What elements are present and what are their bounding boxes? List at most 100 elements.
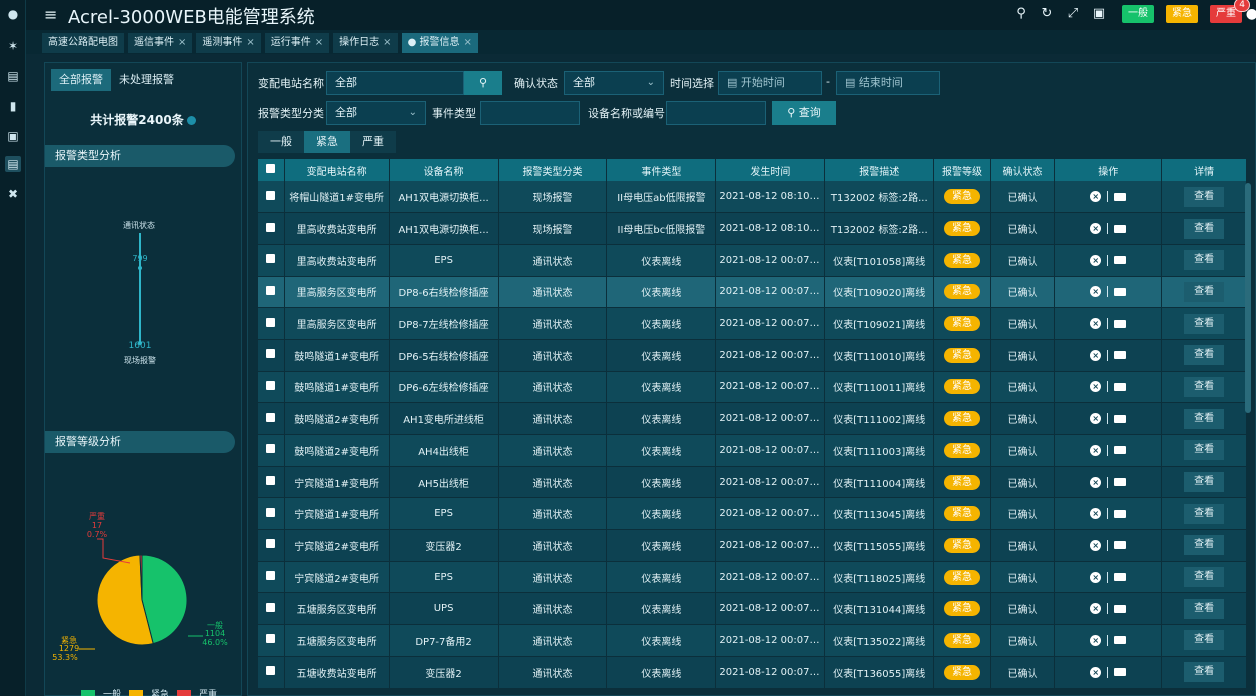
close-circle-icon[interactable]: × xyxy=(1090,666,1102,678)
table-row[interactable]: 里高服务区变电所 DP8-7左线检修插座 通讯状态 仪表离线 2021-08-12 00… xyxy=(258,307,1247,340)
tab-remote-signal[interactable]: 遥信事件 × xyxy=(128,33,193,53)
row-checkbox-cell[interactable] xyxy=(258,656,285,689)
row-checkbox-cell[interactable] xyxy=(258,624,285,657)
video-icon[interactable] xyxy=(1114,256,1127,265)
view-detail-button[interactable]: 查看 xyxy=(1184,472,1225,493)
view-detail-button[interactable]: 查看 xyxy=(1184,281,1225,302)
row-checkbox-cell[interactable] xyxy=(258,212,285,245)
close-icon[interactable]: × xyxy=(463,37,471,48)
row-checkbox[interactable] xyxy=(266,571,276,581)
view-detail-button[interactable]: 查看 xyxy=(1184,186,1225,207)
table-row[interactable]: 鼓鸣隧道2#变电所 AH1变电所进线柜 通讯状态 仪表离线 2021-08-12 00:… xyxy=(258,402,1247,435)
bar-chart-icon[interactable]: ▮ xyxy=(5,98,21,114)
table-row[interactable]: 宁宾隧道2#变电所 变压器2 通讯状态 仪表离线 2021-08-12 00:07:16… xyxy=(258,529,1247,562)
row-checkbox[interactable] xyxy=(266,380,276,390)
table-row[interactable]: 里高服务区变电所 DP8-6右线检修插座 通讯状态 仪表离线 2021-08-12 00… xyxy=(258,276,1247,309)
close-icon[interactable]: × xyxy=(246,37,254,48)
video-icon[interactable] xyxy=(1114,287,1127,296)
table-row[interactable]: 五塘收费站变电所 变压器2 通讯状态 仪表离线 2021-08-12 00:07:16 仪… xyxy=(258,656,1247,689)
row-checkbox-cell[interactable] xyxy=(258,276,285,309)
row-checkbox-cell[interactable] xyxy=(258,592,285,626)
close-icon[interactable]: × xyxy=(315,37,323,48)
folder-icon[interactable]: ▤ xyxy=(5,68,21,84)
level-urgent-button[interactable]: 紧急 xyxy=(1166,5,1198,23)
view-detail-button[interactable]: 查看 xyxy=(1184,535,1225,556)
row-checkbox[interactable] xyxy=(266,285,276,295)
tab-operation-log[interactable]: 操作日志 × xyxy=(333,33,398,53)
video-icon[interactable] xyxy=(1114,192,1127,201)
table-row[interactable]: 鼓鸣隧道2#变电所 AH4出线柜 通讯状态 仪表离线 2021-08-12 00:07:… xyxy=(258,434,1247,467)
tab-remote-measure[interactable]: 遥测事件 × xyxy=(196,33,261,53)
row-checkbox-cell[interactable] xyxy=(258,497,285,531)
level-tab-severe[interactable]: 严重 xyxy=(350,131,396,153)
user-avatar-icon[interactable]: ● xyxy=(5,6,21,22)
unhandled-alarms-tab[interactable]: 未处理报警 xyxy=(111,69,182,91)
alarm-type-select[interactable]: 全部 ⌄ xyxy=(326,101,426,125)
video-icon[interactable] xyxy=(1114,573,1127,582)
screen-icon[interactable]: ▣ xyxy=(1092,6,1106,21)
tab-distribution-diagram[interactable]: 高速公路配电图 xyxy=(42,33,124,53)
end-time-input[interactable]: ▤ 结束时间 xyxy=(836,71,940,95)
video-icon[interactable] xyxy=(1114,636,1127,645)
view-detail-button[interactable]: 查看 xyxy=(1184,376,1225,397)
row-checkbox-cell[interactable] xyxy=(258,244,285,277)
row-checkbox[interactable] xyxy=(266,349,276,359)
close-circle-icon[interactable]: × xyxy=(1090,634,1102,646)
video-icon[interactable] xyxy=(1114,509,1127,518)
table-row[interactable]: 里高收费站变电所 EPS 通讯状态 仪表离线 2021-08-12 00:07:16 仪表… xyxy=(258,244,1247,277)
view-detail-button[interactable]: 查看 xyxy=(1184,345,1225,366)
tab-alarm-info[interactable]: ● 报警信息 × xyxy=(401,33,478,53)
row-checkbox[interactable] xyxy=(266,507,276,517)
video-icon[interactable] xyxy=(1114,382,1127,391)
video-icon[interactable] xyxy=(1114,351,1127,360)
close-circle-icon[interactable]: × xyxy=(1090,349,1102,361)
station-input[interactable]: 全部 xyxy=(326,71,464,95)
tab-run-events[interactable]: 运行事件 × xyxy=(264,33,330,53)
close-circle-icon[interactable]: × xyxy=(1090,444,1102,456)
view-detail-button[interactable]: 查看 xyxy=(1184,630,1225,651)
video-icon[interactable] xyxy=(1114,224,1127,233)
table-row[interactable]: 宁宾隧道1#变电所 AH5出线柜 通讯状态 仪表离线 2021-08-12 00:07:… xyxy=(258,466,1247,499)
info-icon[interactable] xyxy=(186,116,196,125)
close-circle-icon[interactable]: × xyxy=(1090,318,1102,330)
table-row[interactable]: 鼓鸣隧道1#变电所 DP6-6左线检修插座 通讯状态 仪表离线 2021-08-12 0… xyxy=(258,371,1247,404)
tools-icon[interactable]: ✖ xyxy=(5,186,21,202)
event-type-input[interactable] xyxy=(480,101,580,125)
video-icon[interactable] xyxy=(1114,668,1127,677)
row-checkbox[interactable] xyxy=(266,602,276,612)
row-checkbox[interactable] xyxy=(266,539,276,549)
close-circle-icon[interactable]: × xyxy=(1090,413,1102,425)
fullscreen-icon[interactable]: ⤢ xyxy=(1066,6,1080,21)
level-tab-urgent[interactable]: 紧急 xyxy=(304,131,350,153)
row-checkbox[interactable] xyxy=(266,444,276,454)
view-detail-button[interactable]: 查看 xyxy=(1184,440,1225,461)
table-row[interactable]: 宁宾隧道2#变电所 EPS 通讯状态 仪表离线 2021-08-12 00:07:16 仪… xyxy=(258,561,1247,594)
video-icon[interactable] xyxy=(1114,414,1127,423)
row-checkbox-cell[interactable] xyxy=(258,307,285,340)
close-circle-icon[interactable]: × xyxy=(1090,381,1102,393)
row-checkbox[interactable] xyxy=(266,634,276,644)
close-icon[interactable]: × xyxy=(178,37,186,48)
view-detail-button[interactable]: 查看 xyxy=(1184,313,1225,334)
close-circle-icon[interactable]: × xyxy=(1090,571,1102,583)
video-icon[interactable] xyxy=(1114,604,1127,613)
level-tab-general[interactable]: 一般 xyxy=(258,131,304,153)
table-scrollbar[interactable] xyxy=(1245,183,1251,413)
user-icon[interactable]: ● xyxy=(1246,6,1256,22)
view-detail-button[interactable]: 查看 xyxy=(1184,218,1225,239)
view-detail-button[interactable]: 查看 xyxy=(1184,567,1225,588)
row-checkbox-cell[interactable] xyxy=(258,371,285,404)
station-search-button[interactable]: ⚲ xyxy=(464,71,502,95)
start-time-input[interactable]: ▤ 开始时间 xyxy=(718,71,822,95)
search-icon[interactable]: ⚲ xyxy=(1014,6,1028,21)
close-icon[interactable]: × xyxy=(383,37,391,48)
table-row[interactable]: 五塘服务区变电所 UPS 通讯状态 仪表离线 2021-08-12 00:07:16 仪表… xyxy=(258,592,1247,626)
row-checkbox-cell[interactable] xyxy=(258,529,285,562)
video-icon[interactable] xyxy=(1114,541,1127,550)
alarm-doc-icon[interactable]: ▤ xyxy=(5,156,21,172)
row-checkbox-cell[interactable] xyxy=(258,402,285,435)
table-row[interactable]: 宁宾隧道1#变电所 EPS 通讯状态 仪表离线 2021-08-12 00:07:16 仪… xyxy=(258,497,1247,531)
row-checkbox[interactable] xyxy=(266,476,276,486)
row-checkbox[interactable] xyxy=(266,222,276,232)
row-checkbox[interactable] xyxy=(266,317,276,327)
